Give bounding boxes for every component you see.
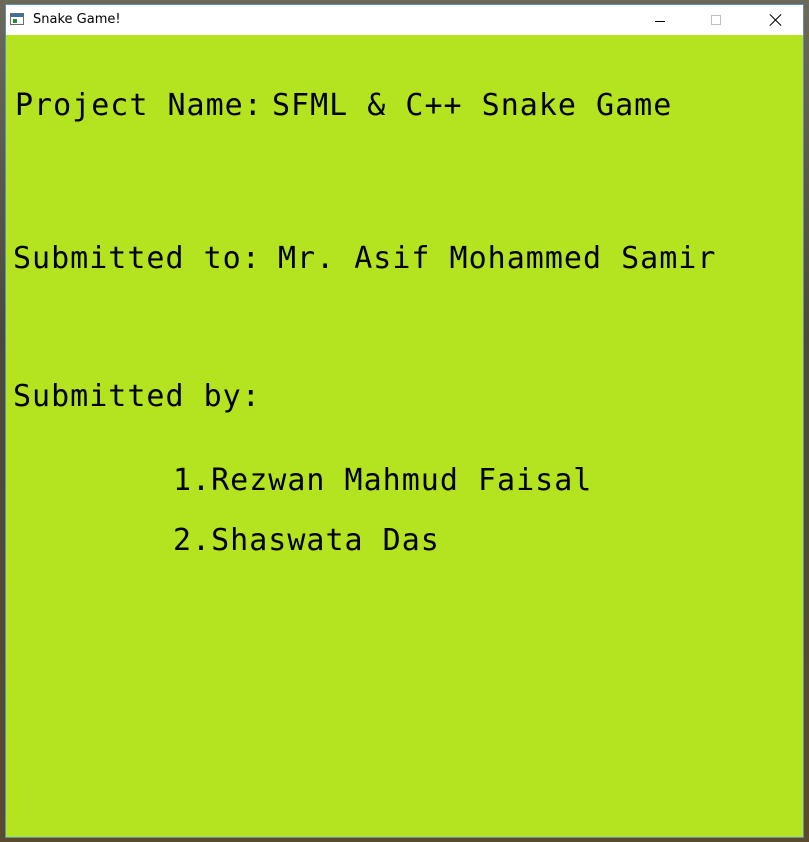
maximize-icon [711,15,721,25]
title-bar[interactable]: Snake Game! [6,5,803,35]
minimize-button[interactable] [637,5,683,35]
project-name-label: Project Name: [15,88,263,123]
maximize-button[interactable] [693,5,739,35]
app-window: Snake Game! Project Name: SFML & C++ Sna… [5,4,804,838]
member-item: 2.Shaswata Das [173,523,440,558]
submitted-to-value: Mr. Asif Mohammed Samir [278,241,717,276]
game-canvas: Project Name: SFML & C++ Snake Game Subm… [6,35,803,837]
submitted-by-label: Submitted by: [13,379,261,414]
close-icon [769,13,783,27]
member-item: 1.Rezwan Mahmud Faisal [173,463,593,498]
submitted-to-label: Submitted to: [13,241,261,276]
project-name-value: SFML & C++ Snake Game [272,88,673,123]
app-icon [10,13,24,25]
minimize-icon [655,20,665,22]
close-button[interactable] [753,5,799,35]
window-title: Snake Game! [33,12,121,27]
